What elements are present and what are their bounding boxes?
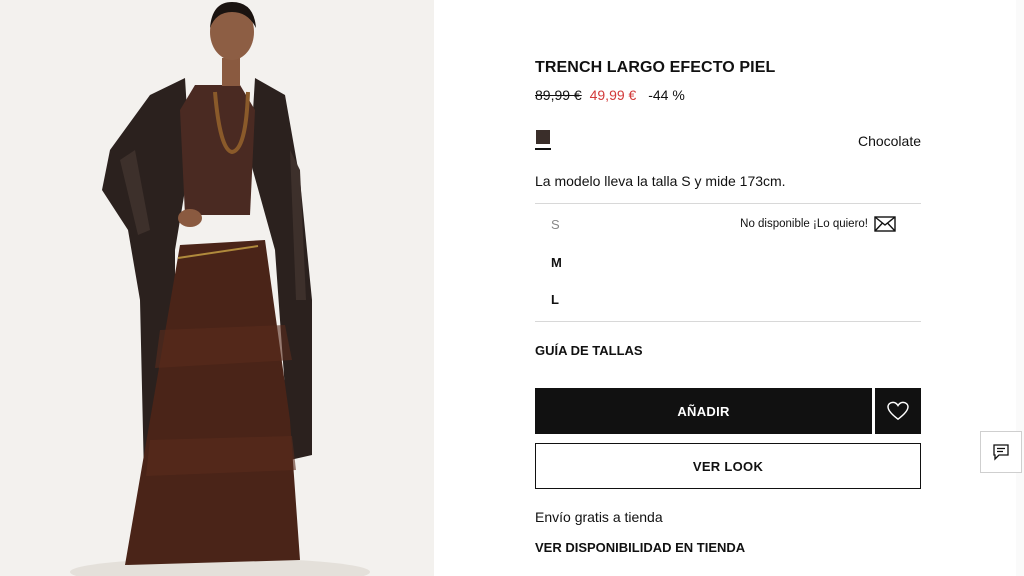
size-option-l[interactable]: L xyxy=(551,292,559,307)
page-edge xyxy=(1016,0,1024,576)
notify-me-link[interactable]: No disponible ¡Lo quiero! xyxy=(740,216,896,232)
model-size-info: La modelo lleva la talla S y mide 173cm. xyxy=(535,173,786,189)
add-to-cart-button[interactable]: AÑADIR xyxy=(535,388,872,434)
view-look-button[interactable]: VER LOOK xyxy=(535,443,921,489)
wishlist-button[interactable] xyxy=(875,388,921,434)
divider xyxy=(535,321,921,322)
discount-badge: -44 % xyxy=(648,87,685,103)
size-option-s[interactable]: S xyxy=(551,217,560,232)
heart-icon xyxy=(887,401,909,421)
product-image[interactable] xyxy=(0,0,434,576)
old-price: 89,99 € xyxy=(535,87,582,103)
divider xyxy=(535,203,921,204)
product-title: TRENCH LARGO EFECTO PIEL xyxy=(535,59,776,76)
size-guide-link[interactable]: GUÍA DE TALLAS xyxy=(535,343,643,358)
store-availability-link[interactable]: VER DISPONIBILIDAD EN TIENDA xyxy=(535,540,745,555)
selected-color-indicator xyxy=(535,148,551,150)
color-name: Chocolate xyxy=(857,133,921,149)
chat-button[interactable] xyxy=(980,431,1022,473)
size-option-m[interactable]: M xyxy=(551,255,562,270)
sale-price: 49,99 € xyxy=(589,87,637,103)
shipping-info: Envío gratis a tienda xyxy=(535,509,663,525)
price-row: 89,99 € 49,99 € -44 % xyxy=(535,87,685,103)
product-photo-illustration xyxy=(0,0,434,576)
color-swatch-chocolate[interactable] xyxy=(536,130,550,144)
product-details-panel: TRENCH LARGO EFECTO PIEL 89,99 € 49,99 €… xyxy=(535,0,921,576)
envelope-icon xyxy=(874,216,896,232)
chat-icon xyxy=(993,444,1009,461)
notify-me-label: No disponible ¡Lo quiero! xyxy=(740,218,868,230)
